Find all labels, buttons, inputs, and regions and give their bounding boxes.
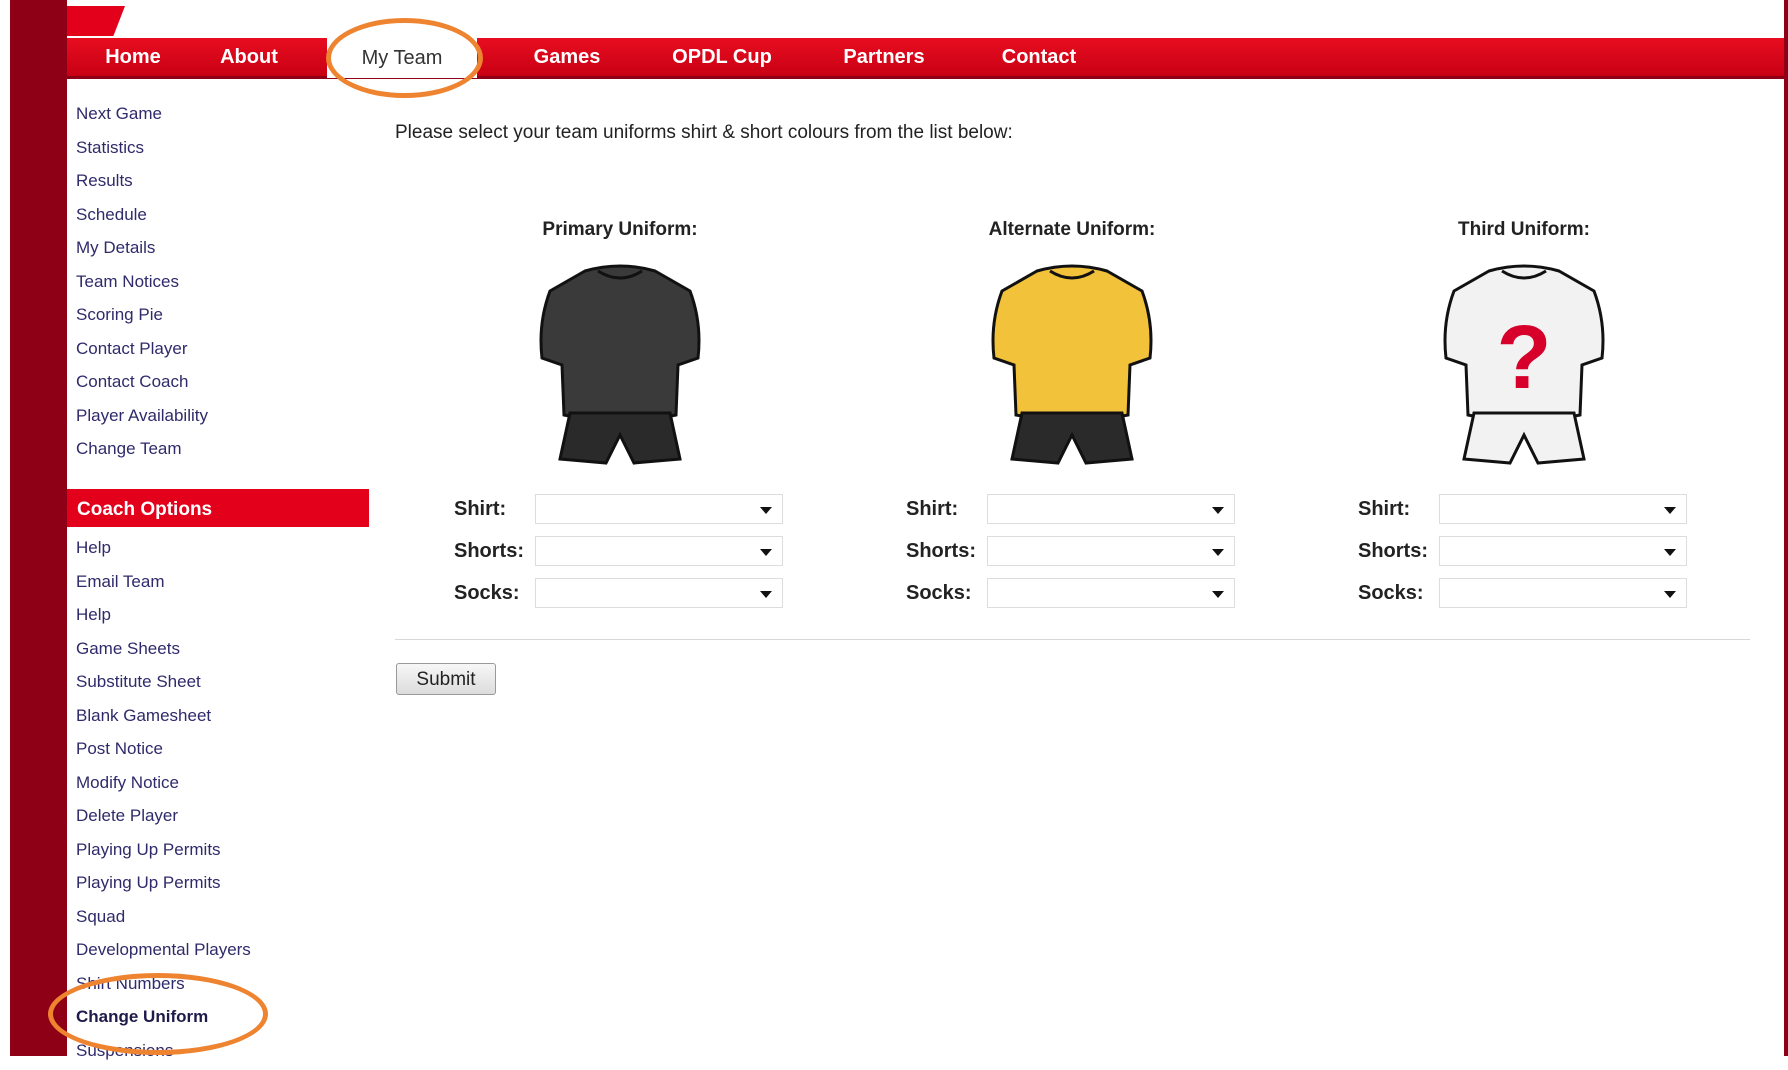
- unknown-kit-icon: ?: [1434, 263, 1614, 468]
- alternate-shirt-select[interactable]: [987, 494, 1235, 524]
- coach-item-suspensions[interactable]: Suspensions: [67, 1037, 369, 1070]
- coach-item-help-2[interactable]: Help: [67, 601, 369, 635]
- sidebar-item-scoring-pie[interactable]: Scoring Pie: [67, 301, 369, 335]
- sidebar-item-results[interactable]: Results: [67, 167, 369, 201]
- alternate-shirt-label: Shirt:: [906, 498, 958, 521]
- form-divider: [395, 639, 1750, 640]
- sidebar-item-change-team[interactable]: Change Team: [67, 435, 369, 469]
- sidebar-item-my-details[interactable]: My Details: [67, 234, 369, 268]
- third-shirt-select[interactable]: [1439, 494, 1687, 524]
- sidebar-item-team-notices[interactable]: Team Notices: [67, 268, 369, 302]
- third-shorts-select[interactable]: [1439, 536, 1687, 566]
- sidebar-item-contact-coach[interactable]: Contact Coach: [67, 368, 369, 402]
- nav-opdl-cup[interactable]: OPDL Cup: [652, 38, 792, 76]
- sidebar-item-contact-player[interactable]: Contact Player: [67, 335, 369, 369]
- sidebar-item-player-availability[interactable]: Player Availability: [67, 402, 369, 436]
- chevron-down-icon: [1212, 549, 1224, 556]
- chevron-down-icon: [1212, 591, 1224, 598]
- chevron-down-icon: [760, 591, 772, 598]
- nav-my-team[interactable]: My Team: [327, 36, 477, 78]
- page-edge: [0, 0, 10, 1056]
- chevron-down-icon: [760, 507, 772, 514]
- nav-games[interactable]: Games: [507, 38, 627, 76]
- alternate-uniform-title: Alternate Uniform:: [952, 219, 1192, 241]
- third-socks-select[interactable]: [1439, 578, 1687, 608]
- chevron-down-icon: [1664, 507, 1676, 514]
- chevron-down-icon: [1664, 591, 1676, 598]
- sidebar-item-next-game[interactable]: Next Game: [67, 100, 369, 134]
- alternate-socks-label: Socks:: [906, 582, 972, 605]
- logo-tab: [67, 6, 125, 36]
- sidebar-coach-menu: Help Email Team Help Game Sheets Substit…: [67, 534, 369, 1070]
- main-nav: Home About My Team Games OPDL Cup Partne…: [67, 38, 1784, 79]
- coach-item-modify-notice[interactable]: Modify Notice: [67, 769, 369, 803]
- primary-shirt-label: Shirt:: [454, 498, 506, 521]
- coach-item-delete-player[interactable]: Delete Player: [67, 802, 369, 836]
- sidebar-item-statistics[interactable]: Statistics: [67, 134, 369, 168]
- right-border-bar: [1784, 0, 1788, 1056]
- coach-item-post-notice[interactable]: Post Notice: [67, 735, 369, 769]
- chevron-down-icon: [1664, 549, 1676, 556]
- nav-contact[interactable]: Contact: [979, 38, 1099, 76]
- coach-item-blank-gamesheet[interactable]: Blank Gamesheet: [67, 702, 369, 736]
- alternate-shorts-select[interactable]: [987, 536, 1235, 566]
- left-border-bar: [10, 0, 67, 1056]
- alternate-socks-select[interactable]: [987, 578, 1235, 608]
- primary-shirt-select[interactable]: [535, 494, 783, 524]
- nav-partners[interactable]: Partners: [824, 38, 944, 76]
- sidebar-item-schedule[interactable]: Schedule: [67, 201, 369, 235]
- primary-shorts-select[interactable]: [535, 536, 783, 566]
- coach-item-shirt-numbers[interactable]: Shirt Numbers: [67, 970, 369, 1004]
- third-shorts-label: Shorts:: [1358, 540, 1428, 563]
- coach-item-help[interactable]: Help: [67, 534, 369, 568]
- nav-about[interactable]: About: [209, 38, 289, 76]
- chevron-down-icon: [760, 549, 772, 556]
- submit-button[interactable]: Submit: [396, 663, 496, 695]
- primary-socks-select[interactable]: [535, 578, 783, 608]
- coach-item-squad[interactable]: Squad: [67, 903, 369, 937]
- yellow-kit-icon: [982, 263, 1162, 468]
- nav-home[interactable]: Home: [87, 38, 179, 76]
- primary-uniform-title: Primary Uniform:: [500, 219, 740, 241]
- black-kit-icon: [530, 263, 710, 468]
- primary-shorts-label: Shorts:: [454, 540, 524, 563]
- coach-item-change-uniform[interactable]: Change Uniform: [67, 1003, 369, 1037]
- third-shirt-label: Shirt:: [1358, 498, 1410, 521]
- primary-socks-label: Socks:: [454, 582, 520, 605]
- coach-item-playing-up-permits[interactable]: Playing Up Permits: [67, 836, 369, 870]
- sidebar-team-menu: Next Game Statistics Results Schedule My…: [67, 100, 369, 469]
- coach-item-substitute-sheet[interactable]: Substitute Sheet: [67, 668, 369, 702]
- alternate-shorts-label: Shorts:: [906, 540, 976, 563]
- third-uniform-title: Third Uniform:: [1404, 219, 1644, 241]
- intro-text: Please select your team uniforms shirt &…: [395, 122, 1013, 144]
- chevron-down-icon: [1212, 507, 1224, 514]
- coach-options-header: Coach Options: [67, 489, 369, 527]
- third-socks-label: Socks:: [1358, 582, 1424, 605]
- question-mark-icon: ?: [1497, 308, 1552, 408]
- coach-item-email-team[interactable]: Email Team: [67, 568, 369, 602]
- coach-item-playing-up-permits-2[interactable]: Playing Up Permits: [67, 869, 369, 903]
- coach-item-game-sheets[interactable]: Game Sheets: [67, 635, 369, 669]
- coach-item-developmental-players[interactable]: Developmental Players: [67, 936, 369, 970]
